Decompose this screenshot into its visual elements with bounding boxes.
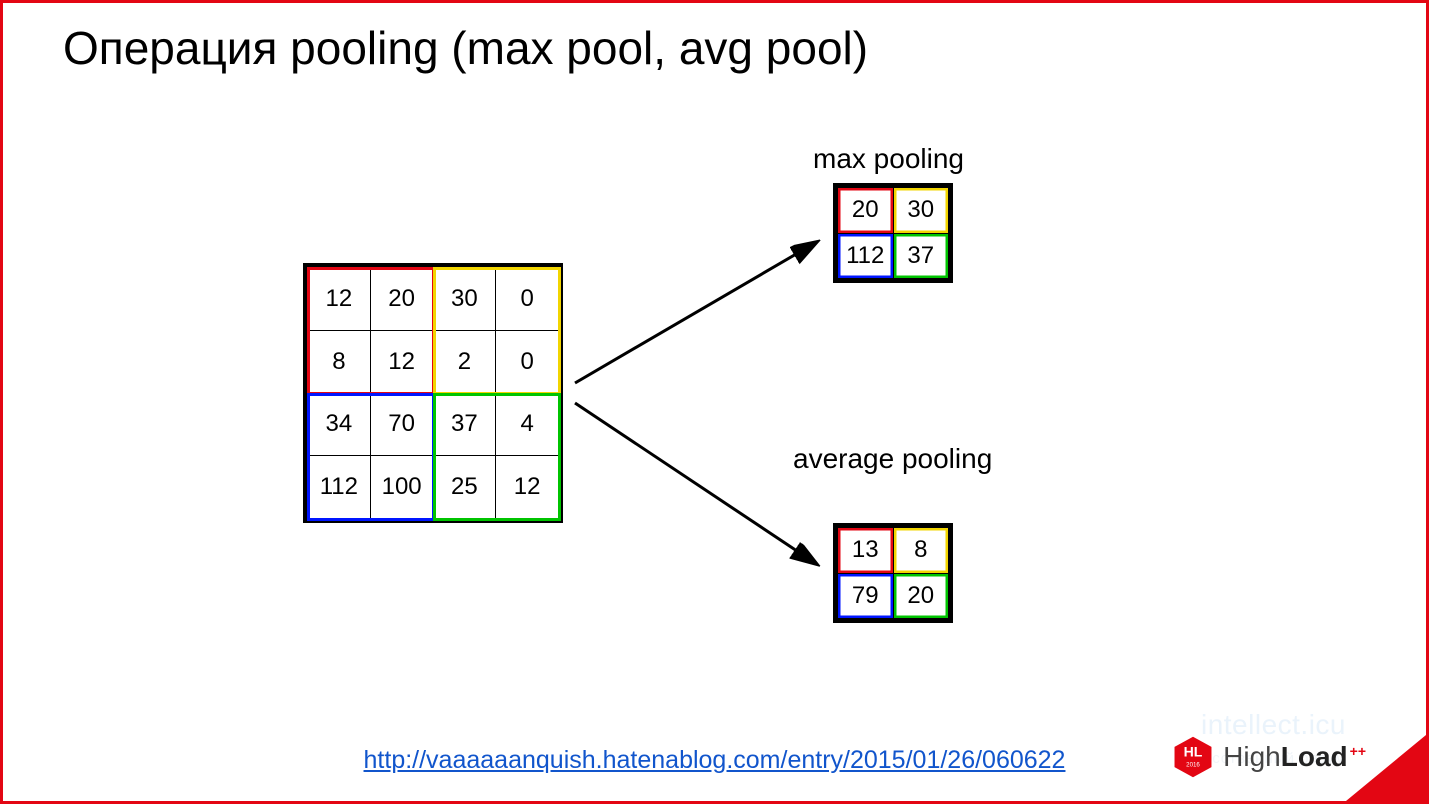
input-cell: 0	[496, 268, 559, 331]
input-cell: 100	[370, 456, 433, 519]
input-cell: 8	[308, 330, 371, 393]
input-cell: 12	[496, 456, 559, 519]
avgpool-cell: 20	[893, 573, 949, 619]
avgpool-cell: 8	[893, 528, 949, 574]
input-cell: 20	[370, 268, 433, 331]
source-link[interactable]: http://vaaaaaanquish.hatenablog.com/entr…	[364, 746, 1066, 775]
arrow-to-max	[565, 213, 845, 413]
svg-text:HL: HL	[1184, 744, 1203, 760]
input-cell: 2	[433, 330, 496, 393]
input-cell: 70	[370, 393, 433, 456]
slide-frame: Операция pooling (max pool, avg pool) 12…	[0, 0, 1429, 804]
arrow-to-avg	[565, 393, 845, 593]
max-pool-grid: 20 30 112 37	[833, 183, 953, 283]
svg-text:2016: 2016	[1186, 762, 1200, 769]
avgpool-cell: 79	[838, 573, 894, 619]
input-cell: 30	[433, 268, 496, 331]
maxpool-cell: 112	[838, 233, 894, 279]
highload-badge-icon: HL 2016	[1171, 735, 1215, 779]
pooling-diagram: 12 20 30 0 8 12 2 0 34 70 37 4	[303, 263, 1103, 683]
input-cell: 34	[308, 393, 371, 456]
logo-part-light: High	[1223, 741, 1281, 772]
input-cell: 0	[496, 330, 559, 393]
input-cell: 4	[496, 393, 559, 456]
avg-pool-grid: 13 8 79 20	[833, 523, 953, 623]
input-cell: 12	[370, 330, 433, 393]
label-max-pooling: max pooling	[813, 143, 964, 175]
slide-title: Операция pooling (max pool, avg pool)	[63, 21, 868, 75]
input-cell: 25	[433, 456, 496, 519]
logo-part-bold: Load	[1281, 741, 1348, 772]
input-cell: 112	[308, 456, 371, 519]
maxpool-cell: 20	[838, 188, 894, 234]
label-average-pooling: average pooling	[793, 443, 992, 475]
avgpool-cell: 13	[838, 528, 894, 574]
highload-wordmark: HighLoad++	[1223, 741, 1366, 773]
corner-accent	[1346, 735, 1426, 801]
highload-logo: HL 2016 HighLoad++	[1171, 735, 1366, 779]
maxpool-cell: 30	[893, 188, 949, 234]
maxpool-cell: 37	[893, 233, 949, 279]
input-cell: 37	[433, 393, 496, 456]
input-cell: 12	[308, 268, 371, 331]
input-grid: 12 20 30 0 8 12 2 0 34 70 37 4	[303, 263, 563, 523]
